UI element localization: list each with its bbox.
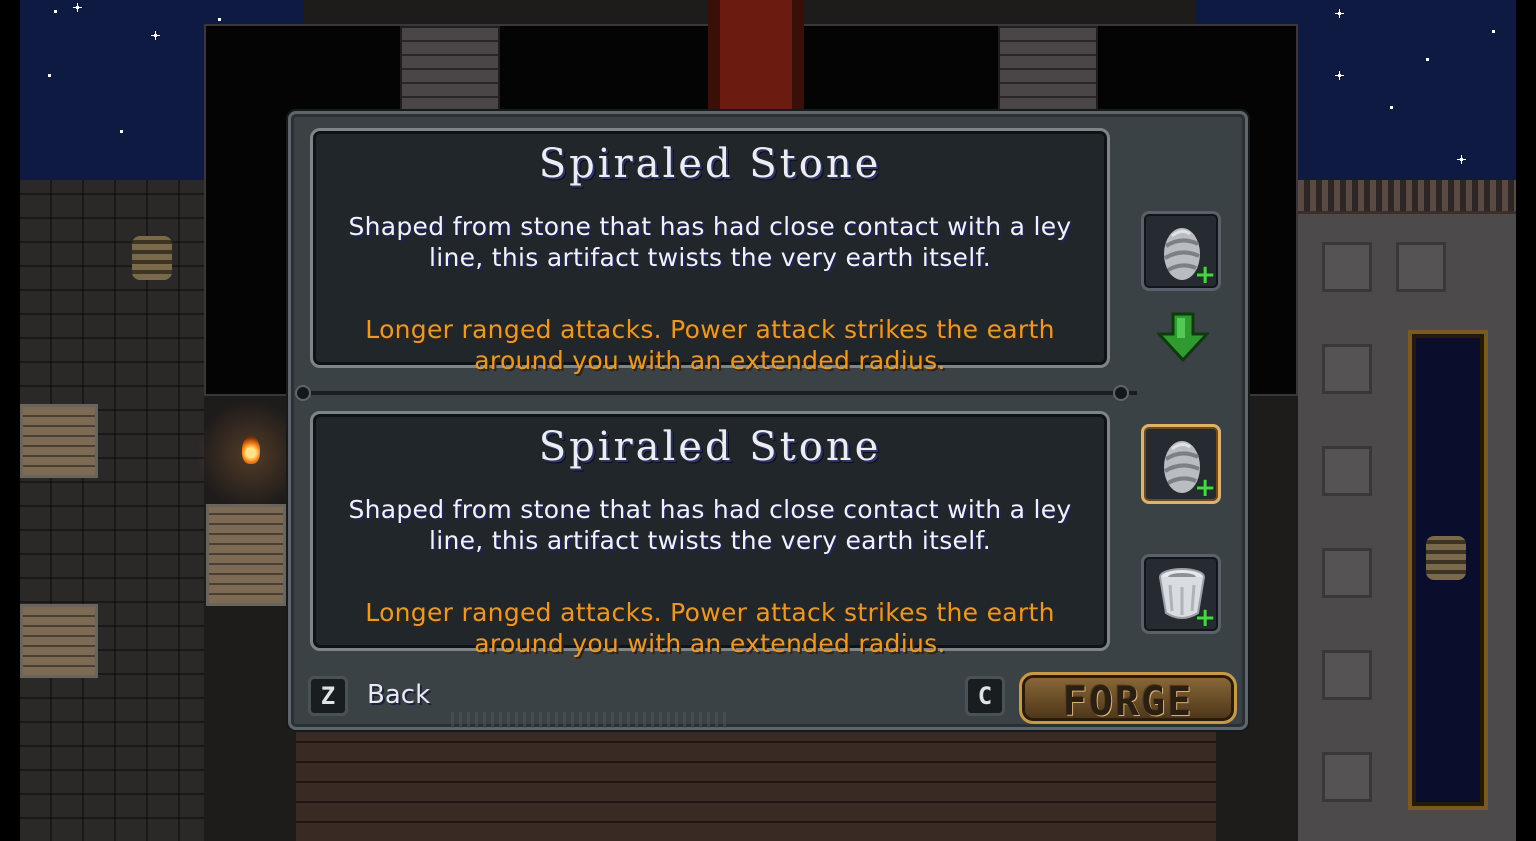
back-button[interactable]: Back xyxy=(367,680,430,710)
star xyxy=(1390,106,1393,109)
forge-button[interactable]: FORGE xyxy=(1019,672,1237,725)
star xyxy=(1335,71,1344,80)
artifact-forge-dialog: Spiraled Stone Shaped from stone that ha… xyxy=(288,111,1248,730)
castle-railing xyxy=(1298,180,1516,214)
wooden-shelf xyxy=(20,604,98,678)
star xyxy=(48,74,51,77)
divider xyxy=(303,391,1137,395)
wooden-shelf xyxy=(20,404,98,478)
plus-icon: + xyxy=(1194,473,1216,503)
new-item-title: Spiraled Stone xyxy=(538,424,882,470)
divider-dot xyxy=(1113,385,1129,401)
plus-icon: + xyxy=(1194,260,1216,290)
star xyxy=(1457,155,1466,164)
current-item-card: Spiraled Stone Shaped from stone that ha… xyxy=(310,128,1110,375)
c-key-icon: C xyxy=(965,676,1005,716)
star xyxy=(54,10,57,13)
star xyxy=(151,31,160,40)
torch-icon xyxy=(242,436,260,464)
brick-wall-left xyxy=(20,180,204,841)
star xyxy=(1335,9,1344,18)
new-item-card: Spiraled Stone Shaped from stone that ha… xyxy=(310,411,1110,658)
brick-floor xyxy=(296,730,1216,841)
star xyxy=(218,18,221,21)
arrow-down-icon xyxy=(1157,312,1209,362)
red-carpet xyxy=(708,0,804,110)
star xyxy=(120,130,123,133)
equipped-artifact-slot[interactable]: + xyxy=(1141,211,1221,291)
z-key-icon: Z xyxy=(308,676,348,716)
wooden-shelf xyxy=(206,504,286,606)
plus-icon: + xyxy=(1194,603,1216,633)
star xyxy=(1426,58,1429,61)
forge-button-label: FORGE xyxy=(1062,679,1194,725)
chalice-artifact-slot[interactable]: + xyxy=(1141,554,1221,634)
new-artifact-slot[interactable]: + xyxy=(1141,424,1221,504)
barrel xyxy=(1426,536,1466,580)
decorative-grass xyxy=(451,712,731,728)
current-item-effect: Longer ranged attacks. Power attack stri… xyxy=(365,315,1055,375)
current-item-title: Spiraled Stone xyxy=(538,141,882,187)
star xyxy=(73,3,82,12)
divider-dot xyxy=(295,385,311,401)
new-item-description: Shaped from stone that has had close con… xyxy=(348,495,1072,555)
barrel xyxy=(132,236,172,280)
current-item-description: Shaped from stone that has had close con… xyxy=(348,212,1072,272)
star xyxy=(1492,30,1495,33)
new-item-effect: Longer ranged attacks. Power attack stri… xyxy=(365,598,1055,658)
